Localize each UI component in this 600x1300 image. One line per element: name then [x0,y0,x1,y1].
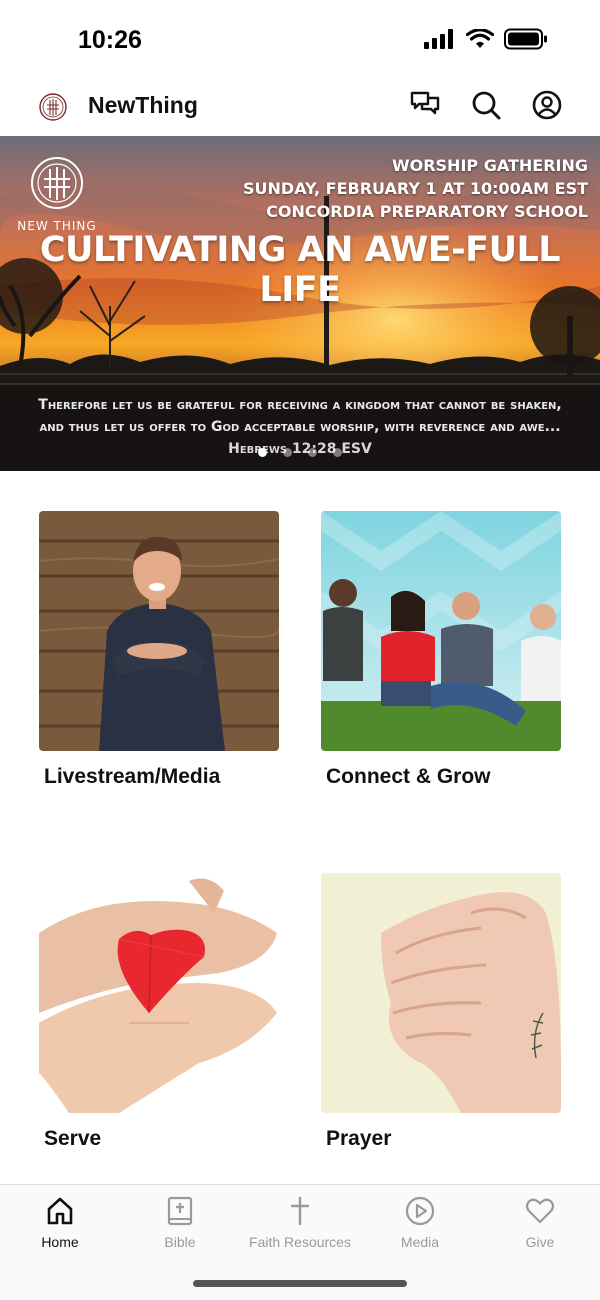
nav-item-home[interactable]: Home [0,1195,120,1250]
wifi-icon [466,29,494,48]
hero-title: CULTIVATING AN AWE-FULL LIFE [39,230,561,310]
app-logo-icon [39,93,67,121]
tile-label: Serve [44,1127,102,1150]
nav-label-media: Media [400,1234,440,1250]
verse-line: Therefore let us be grateful for receivi… [38,397,562,413]
signal-icon [424,29,453,49]
tile-connect-grow[interactable]: Connect & Grow [321,511,561,788]
nav-item-bible[interactable]: Bible [120,1195,240,1250]
tile-livestream-media[interactable]: Livestream/Media [39,511,279,788]
heart-icon [525,1198,555,1224]
hero-banner[interactable]: NEW THING WORSHIP GATHERING SUNDAY, FEBR… [0,136,600,471]
new-thing-logo-icon [31,157,83,209]
man-worship-photo [39,511,279,751]
nav-label-bible: Bible [164,1234,196,1250]
carousel-dot[interactable] [333,448,342,457]
event-line: WORSHIP GATHERING [391,156,588,175]
battery-icon [504,28,547,50]
carousel-dot[interactable] [283,448,292,457]
app-header: NewThing [0,80,600,136]
carousel-dot[interactable] [308,448,317,457]
tile-label: Livestream/Media [44,765,221,788]
group-photo [321,511,561,751]
tile-label: Connect & Grow [326,765,491,788]
bible-icon [167,1196,193,1226]
carousel-dot[interactable] [258,448,267,457]
profile-button[interactable] [532,90,562,120]
nav-item-give[interactable]: Give [480,1195,600,1250]
home-icon [47,1197,73,1225]
chat-icon [410,91,440,115]
search-icon [472,91,501,120]
praying-hands-photo [321,873,561,1113]
nav-item-faith-resources[interactable]: Faith Resources [240,1195,360,1250]
header-actions [410,90,562,120]
cross-icon [290,1196,310,1226]
event-line: SUNDAY, FEBRUARY 1 AT 10:00AM EST [243,179,588,198]
status-icons [424,28,548,50]
app-title: NewThing [88,92,198,118]
tile-prayer[interactable]: Prayer [321,873,561,1150]
nav-label-give: Give [525,1234,555,1250]
status-time: 10:26 [78,26,142,54]
chat-button[interactable] [410,90,440,120]
search-button[interactable] [471,90,501,120]
status-bar: 10:26 [0,0,600,80]
hands-heart-photo [39,873,279,1113]
hero-brand-logo: NEW THING [14,156,100,233]
event-line: CONCORDIA PREPARATORY SCHOOL [266,202,588,221]
play-icon [405,1196,435,1226]
nav-label-home: Home [41,1234,79,1250]
carousel-dots [0,448,600,457]
nav-item-media[interactable]: Media [360,1195,480,1250]
profile-icon [532,90,562,120]
verse-line: and thus let us offer to God acceptable … [39,419,561,435]
home-indicator[interactable] [193,1280,407,1287]
event-info: WORSHIP GATHERING SUNDAY, FEBRUARY 1 AT … [243,154,588,223]
nav-label-faith-resources: Faith Resources [249,1234,351,1250]
tile-serve[interactable]: Serve [39,873,279,1150]
tile-label: Prayer [326,1127,392,1150]
